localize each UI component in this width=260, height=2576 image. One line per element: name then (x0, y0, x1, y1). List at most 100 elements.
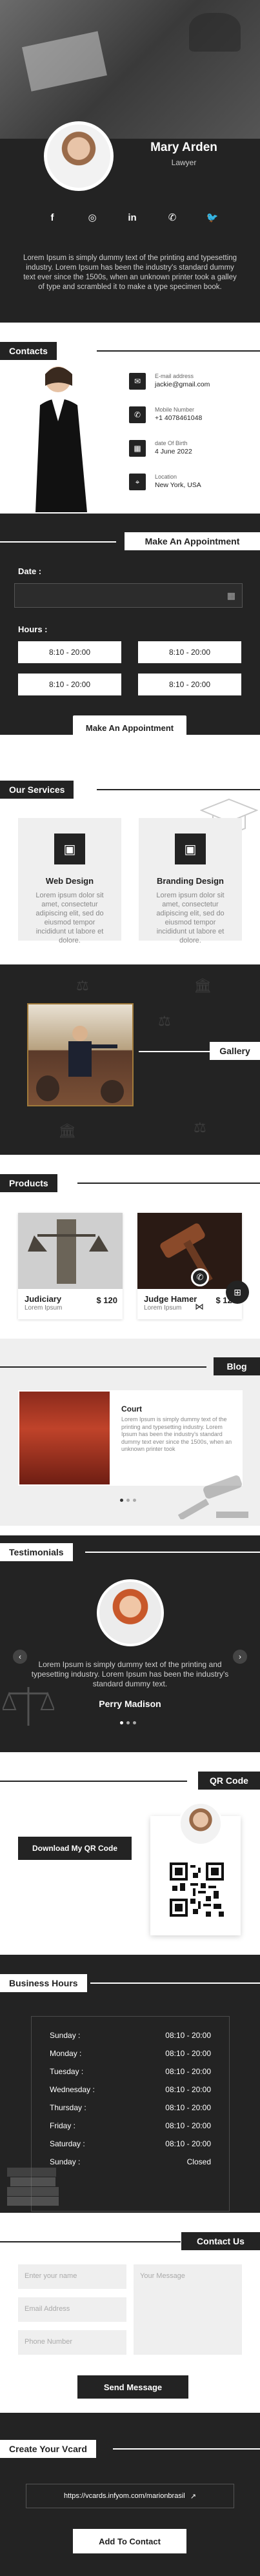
hero-banner (0, 0, 260, 139)
pagination-dot[interactable] (133, 1499, 136, 1502)
facebook-icon[interactable]: f (45, 210, 59, 225)
whatsapp-icon[interactable]: ✆ (191, 1268, 209, 1286)
service-card[interactable]: ▣ Branding Design Lorem ipsum dolor sit … (139, 818, 242, 944)
divider (0, 541, 116, 543)
phone-input[interactable]: Phone Number (18, 2330, 126, 2355)
qr-avatar (179, 1802, 223, 1846)
blog-pagination (120, 1499, 136, 1502)
time-slot[interactable]: 8:10 - 20:00 (18, 674, 121, 695)
hours-time: 08:10 - 20:00 (165, 2067, 211, 2076)
hours-time: 08:10 - 20:00 (165, 2139, 211, 2148)
time-slot[interactable]: 8:10 - 20:00 (18, 641, 121, 663)
time-slot[interactable]: 8:10 - 20:00 (138, 674, 241, 695)
pagination-dot[interactable] (133, 1721, 136, 1724)
hours-day: Wednesday : (50, 2085, 95, 2094)
contact-email[interactable]: ✉ E-mail address jackie@gmail.com (129, 373, 210, 390)
message-textarea[interactable]: Your Message (134, 2264, 242, 2355)
scale-icon: ⚖ (194, 1119, 206, 1135)
name-input[interactable]: Enter your name (18, 2264, 126, 2289)
hours-time: 08:10 - 20:00 (165, 2031, 211, 2040)
instagram-icon[interactable]: ◎ (85, 210, 99, 225)
products-section: Products Judiciary Lorem Ipsum $ 120 Jud… (0, 1168, 260, 1326)
hours-time: 08:10 - 20:00 (165, 2049, 211, 2058)
whatsapp-icon[interactable]: ✆ (165, 210, 179, 225)
profile-avatar (44, 121, 114, 191)
hours-time: Closed (186, 2157, 211, 2166)
image-icon: ▣ (175, 834, 206, 864)
hours-day: Friday : (50, 2121, 76, 2130)
vcard-url-link[interactable]: https://vcards.infyom.com/marionbrasil ↗ (26, 2484, 234, 2508)
service-name: Branding Design (156, 876, 224, 886)
email-input[interactable]: Email Address (18, 2297, 126, 2322)
qr-title: QR Code (198, 1772, 260, 1790)
contact-value: jackie@gmail.com (155, 381, 210, 388)
pagination-dot[interactable] (126, 1721, 130, 1724)
location-icon: ⌖ (129, 474, 146, 490)
hours-row: Saturday : 08:10 - 20:00 (50, 2139, 211, 2148)
linkedin-icon[interactable]: in (125, 210, 139, 225)
qr-section: QR Code Download My QR Code (0, 1764, 260, 1948)
email-icon: ✉ (129, 373, 146, 390)
twitter-icon[interactable]: 🐦 (205, 210, 219, 225)
appointment-section: Make An Appointment Date : ▦ Hours : 8:1… (0, 514, 260, 735)
scale-decoration (3, 1687, 54, 1726)
make-appointment-button[interactable]: Make An Appointment (73, 715, 186, 735)
hours-day: Monday : (50, 2049, 82, 2058)
scale-icon: ⚖ (76, 977, 89, 993)
chevron-left-icon[interactable]: ‹ (13, 1650, 27, 1664)
qr-card (150, 1802, 241, 1935)
divider (0, 2241, 181, 2242)
contact-value: 4 June 2022 (155, 448, 192, 455)
product-price: $ 120 (96, 1295, 117, 1305)
profile-description: Lorem Ipsum is simply dummy text of the … (23, 254, 237, 291)
download-qr-button[interactable]: Download My QR Code (18, 1837, 132, 1860)
hours-row: Friday : 08:10 - 20:00 (50, 2121, 211, 2130)
hours-time: 08:10 - 20:00 (165, 2103, 211, 2112)
appointment-title: Make An Appointment (125, 532, 260, 550)
send-message-button[interactable]: Send Message (77, 2375, 188, 2399)
contact-phone[interactable]: ✆ Mobile Number +1 4078461048 (129, 406, 202, 423)
pagination-dot[interactable] (120, 1499, 123, 1502)
date-input[interactable]: ▦ (14, 583, 243, 608)
add-to-contact-button[interactable]: Add To Contact (73, 2529, 186, 2553)
profile-title: Lawyer (171, 158, 197, 167)
product-card[interactable]: Judiciary Lorem Ipsum $ 120 (18, 1213, 123, 1319)
divider (139, 1051, 210, 1052)
hero-hand (189, 13, 241, 52)
contact-label: date Of Birth (155, 440, 188, 446)
blog-section: Blog Court Lorem Ipsum is simply dummy t… (0, 1339, 260, 1526)
gavel-decoration (177, 1475, 248, 1519)
contacts-section: Contacts ✉ E-mail address jackie@gmail.co… (0, 323, 260, 514)
products-title: Products (0, 1174, 57, 1192)
services-title: Our Services (0, 781, 74, 799)
divider (97, 350, 260, 352)
social-links: f ◎ in ✆ 🐦 (45, 210, 219, 225)
hours-day: Tuesday : (50, 2067, 84, 2076)
contact-label: Mobile Number (155, 406, 195, 413)
service-card[interactable]: ▣ Web Design Lorem ipsum dolor sit amet,… (18, 818, 121, 944)
hours-day: Sunday : (50, 2031, 81, 2040)
chevron-right-icon[interactable]: › (233, 1650, 247, 1664)
product-card[interactable]: Judge Hamer Lorem Ipsum $ 120 (137, 1213, 242, 1319)
blog-card[interactable]: Court Lorem Ipsum is simply dummy text o… (18, 1390, 243, 1486)
testimonials-title: Testimonials (0, 1543, 73, 1561)
contact-us-title: Contact Us (181, 2232, 260, 2250)
grid-menu-icon[interactable]: ⊞ (226, 1281, 249, 1304)
phone-icon: ✆ (129, 406, 146, 423)
contact-value: +1 4078461048 (155, 414, 203, 422)
pagination-dot[interactable] (120, 1721, 123, 1724)
pagination-dot[interactable] (126, 1499, 130, 1502)
service-name: Web Design (45, 876, 94, 886)
qr-code-image (170, 1862, 224, 1917)
product-image (137, 1213, 242, 1289)
time-slot[interactable]: 8:10 - 20:00 (138, 641, 241, 663)
gallery-image[interactable] (27, 1003, 134, 1106)
share-icon[interactable]: ⋈ (195, 1301, 204, 1312)
testimonial-pagination (120, 1721, 136, 1724)
books-decoration (7, 2168, 59, 2206)
hours-time: 08:10 - 20:00 (165, 2085, 211, 2094)
divider (113, 2448, 260, 2450)
hours-label: Hours : (18, 624, 48, 634)
divider (77, 1183, 260, 1184)
vcard-title: Create Your Vcard (0, 2440, 96, 2458)
